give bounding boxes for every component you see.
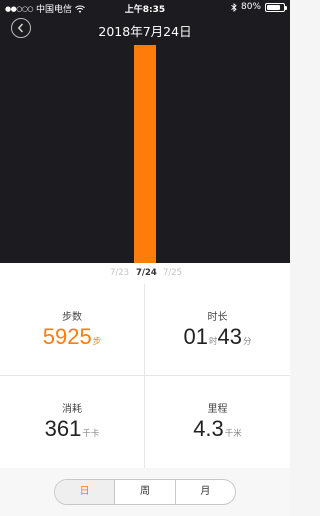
date-next[interactable]: 7/25 [163,268,182,278]
period-segmented-control: 日 周 月 [54,479,236,505]
battery-fill [267,4,280,10]
date-prev[interactable]: 7/23 [110,268,129,278]
distance-unit: 千米 [224,428,242,438]
battery-percent: 80% [240,2,261,12]
selected-day-bar[interactable] [134,45,156,263]
distance-label: 里程 [207,404,228,415]
duration-hours: 01 [183,324,208,349]
duration-label: 时长 [207,312,228,323]
calories-value: 361 [44,416,82,441]
calories-card: 消耗 361千卡 [0,376,145,468]
date-strip: 7/23 7/24 7/25 [0,263,290,284]
date-current[interactable]: 7/24 [136,268,157,278]
steps-value: 5925 [42,324,92,349]
calories-unit: 千卡 [82,428,100,438]
duration-value-row: 01时43分 [145,324,290,350]
duration-card: 时长 01时43分 [145,284,290,376]
steps-label: 步数 [62,312,82,323]
duration-minutes-unit: 分 [242,336,252,346]
distance-card: 里程 4.3千米 [145,376,290,468]
calories-label: 消耗 [62,404,82,415]
tab-week[interactable]: 周 [115,480,176,504]
steps-card: 步数 5925步 [0,284,145,376]
duration-hours-unit: 时 [208,336,218,346]
steps-value-row: 5925步 [0,324,144,350]
steps-unit: 步 [92,336,102,346]
bluetooth-icon [231,2,237,12]
tab-day[interactable]: 日 [55,480,116,504]
duration-minutes: 43 [217,324,242,349]
page-title: 2018年7月24日 [98,24,192,39]
battery-icon [265,2,287,12]
distance-value: 4.3 [193,416,224,441]
calories-value-row: 361千卡 [0,416,144,442]
stats-grid: 步数 5925步 时长 01时43分 消耗 361千卡 里程 4.3千米 [0,284,290,468]
chart-area: ●●○○○ 中国电信 上午8:35 80% 2018年7月24日 [0,0,290,263]
distance-value-row: 4.3千米 [145,416,290,442]
tab-month[interactable]: 月 [176,480,235,504]
status-bar: ●●○○○ 中国电信 上午8:35 80% [0,0,290,16]
period-selector-area: 日 周 月 [0,468,290,516]
